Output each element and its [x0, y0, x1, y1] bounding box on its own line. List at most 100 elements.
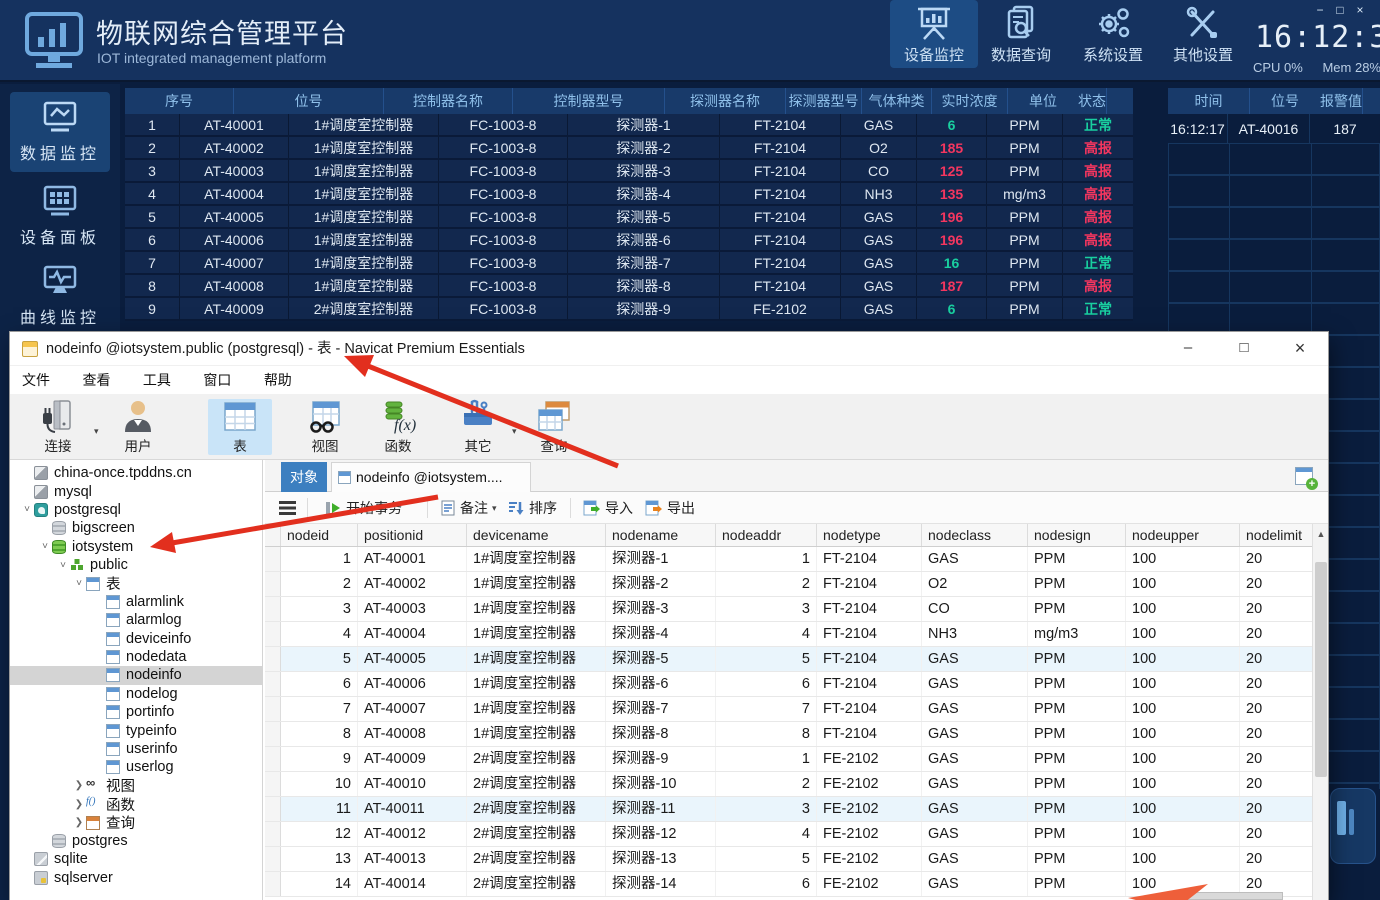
grid-cell[interactable]: FT-2104	[817, 697, 922, 721]
tree-item[interactable]: bigscreen	[10, 519, 262, 537]
navicat-titlebar[interactable]: nodeinfo @iotsystem.public (postgresql) …	[10, 332, 1328, 366]
grid-cell[interactable]: 20	[1240, 572, 1312, 596]
grid-cell[interactable]: FT-2104	[817, 672, 922, 696]
grid-cell[interactable]: AT-40007	[358, 697, 467, 721]
floating-widget[interactable]	[1330, 788, 1376, 864]
grid-cell[interactable]: 3	[716, 597, 817, 621]
grid-cell[interactable]: 100	[1126, 822, 1240, 846]
grid-cell[interactable]: PPM	[1028, 772, 1126, 796]
toolbar-connection-button[interactable]: 连接	[26, 399, 90, 455]
grid-cell[interactable]: 100	[1126, 647, 1240, 671]
grid-cell[interactable]: PPM	[1028, 547, 1126, 571]
grid-cell[interactable]: 12	[281, 822, 358, 846]
minimize-button[interactable]: –	[1160, 332, 1216, 366]
grid-cell[interactable]: FT-2104	[817, 572, 922, 596]
tree-item[interactable]: nodeinfo	[10, 666, 262, 684]
grid-cell[interactable]: CO	[922, 597, 1028, 621]
nav-data-query[interactable]: 数据查询	[977, 0, 1065, 68]
grid-cell[interactable]: GAS	[922, 847, 1028, 871]
grid-column-header[interactable]: nodeupper	[1126, 524, 1240, 546]
grid-cell[interactable]: 2#调度室控制器	[467, 797, 606, 821]
grid-cell[interactable]: GAS	[922, 672, 1028, 696]
row-marker[interactable]	[265, 622, 281, 646]
tree-item[interactable]: ˅ postgresql	[10, 501, 262, 519]
grid-cell[interactable]: 2	[716, 572, 817, 596]
tree-item[interactable]: nodelog	[10, 685, 262, 703]
menu-hamburger-icon[interactable]	[279, 501, 296, 515]
grid-cell[interactable]: AT-40014	[358, 872, 467, 896]
row-marker[interactable]	[265, 847, 281, 871]
bg-close-button[interactable]: ×	[1350, 3, 1370, 17]
tree-expander-icon[interactable]: ❯	[72, 799, 86, 810]
toolbar-query-button[interactable]: 查询	[522, 399, 586, 455]
tree-item[interactable]: ˅ 表	[10, 574, 262, 592]
grid-cell[interactable]: 100	[1126, 572, 1240, 596]
grid-cell[interactable]: AT-40001	[358, 547, 467, 571]
row-marker[interactable]	[265, 722, 281, 746]
grid-cell[interactable]: AT-40012	[358, 822, 467, 846]
grid-column-header[interactable]: nodetype	[817, 524, 922, 546]
grid-cell[interactable]: GAS	[922, 647, 1028, 671]
grid-cell[interactable]: 2	[716, 772, 817, 796]
grid-cell[interactable]: 1#调度室控制器	[467, 547, 606, 571]
grid-cell[interactable]: 100	[1126, 622, 1240, 646]
row-marker[interactable]	[265, 822, 281, 846]
grid-cell[interactable]: AT-40005	[358, 647, 467, 671]
export-button[interactable]: 导出	[645, 492, 695, 524]
grid-cell[interactable]: FE-2102	[817, 822, 922, 846]
tree-item[interactable]: deviceinfo	[10, 630, 262, 648]
device-table-row[interactable]: 8 AT-40008 1#调度室控制器 FC-1003-8 探测器-8 FT-2…	[125, 275, 1133, 298]
note-button[interactable]: 备注 ▾	[441, 492, 497, 524]
tree-item[interactable]: typeinfo	[10, 721, 262, 739]
grid-cell[interactable]: GAS	[922, 722, 1028, 746]
grid-cell[interactable]: 100	[1126, 697, 1240, 721]
sidebar-item-curve-monitor[interactable]: 曲线监控	[10, 256, 110, 336]
grid-cell[interactable]: GAS	[922, 872, 1028, 896]
grid-cell[interactable]: 5	[716, 647, 817, 671]
tree-item[interactable]: sqlite	[10, 850, 262, 868]
grid-cell[interactable]: 10	[281, 772, 358, 796]
grid-cell[interactable]: 探测器-13	[606, 847, 716, 871]
grid-cell[interactable]: 20	[1240, 772, 1312, 796]
scroll-up-icon[interactable]: ▲	[1313, 524, 1329, 544]
grid-cell[interactable]: 7	[281, 697, 358, 721]
row-marker[interactable]	[265, 797, 281, 821]
grid-cell[interactable]: 3	[281, 597, 358, 621]
grid-cell[interactable]: AT-40009	[358, 747, 467, 771]
sidebar-item-device-panel[interactable]: 设备面板	[10, 176, 110, 256]
grid-cell[interactable]: 6	[281, 672, 358, 696]
grid-cell[interactable]: GAS	[922, 772, 1028, 796]
grid-cell[interactable]: PPM	[1028, 747, 1126, 771]
nav-device-monitor[interactable]: 设备监控	[890, 0, 978, 68]
tab-nodeinfo[interactable]: nodeinfo @iotsystem....	[331, 462, 531, 492]
sort-button[interactable]: 排序	[508, 492, 557, 524]
grid-cell[interactable]: 探测器-8	[606, 722, 716, 746]
device-table-row[interactable]: 2 AT-40002 1#调度室控制器 FC-1003-8 探测器-2 FT-2…	[125, 137, 1133, 160]
tree-item[interactable]: nodedata	[10, 648, 262, 666]
grid-cell[interactable]: GAS	[922, 697, 1028, 721]
grid-cell[interactable]: 2#调度室控制器	[467, 872, 606, 896]
grid-cell[interactable]: 1	[281, 547, 358, 571]
device-table-row[interactable]: 7 AT-40007 1#调度室控制器 FC-1003-8 探测器-7 FT-2…	[125, 252, 1133, 275]
grid-cell[interactable]: 8	[281, 722, 358, 746]
grid-cell[interactable]: 4	[281, 622, 358, 646]
tree-item[interactable]: ❯ 视图	[10, 777, 262, 795]
toolbar-table-button[interactable]: 表	[208, 399, 272, 455]
grid-cell[interactable]: PPM	[1028, 572, 1126, 596]
new-tab-button[interactable]	[1295, 467, 1313, 485]
grid-cell[interactable]: AT-40013	[358, 847, 467, 871]
nav-other-settings[interactable]: 其他设置	[1159, 0, 1247, 68]
grid-cell[interactable]: 13	[281, 847, 358, 871]
grid-cell[interactable]: FT-2104	[817, 622, 922, 646]
toolbar-view-button[interactable]: 视图	[293, 399, 357, 455]
grid-cell[interactable]: 探测器-5	[606, 647, 716, 671]
tree-item[interactable]: portinfo	[10, 703, 262, 721]
grid-cell[interactable]: 20	[1240, 697, 1312, 721]
grid-cell[interactable]: 20	[1240, 647, 1312, 671]
grid-cell[interactable]: PPM	[1028, 597, 1126, 621]
grid-cell[interactable]: 2#调度室控制器	[467, 847, 606, 871]
grid-cell[interactable]: 探测器-3	[606, 597, 716, 621]
grid-cell[interactable]: 20	[1240, 547, 1312, 571]
grid-column-header[interactable]: nodeclass	[922, 524, 1028, 546]
grid-cell[interactable]: GAS	[922, 797, 1028, 821]
